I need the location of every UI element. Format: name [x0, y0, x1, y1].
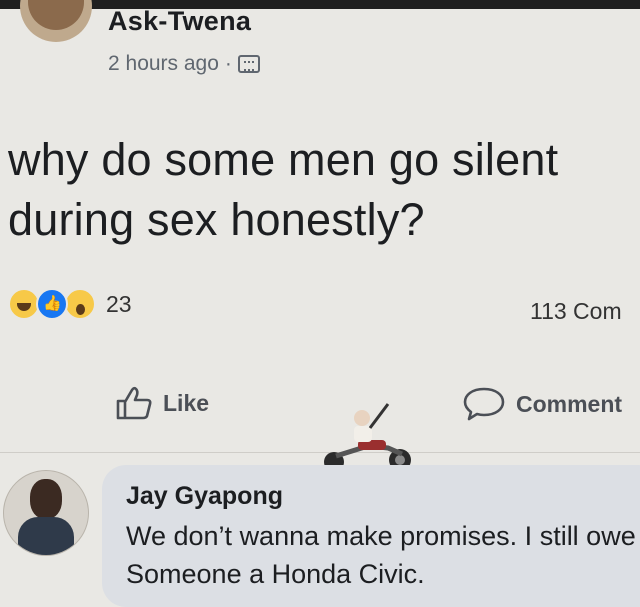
comment-text: We don’t wanna make promises. I still ow… — [126, 521, 636, 589]
like-button[interactable]: Like — [115, 386, 209, 420]
top-bar — [0, 0, 640, 9]
post-text: why do some men go silent during sex hon… — [8, 134, 559, 245]
commenter-avatar[interactable] — [3, 470, 89, 556]
reactions-summary[interactable]: 23 — [8, 288, 132, 320]
comment-label: Comment — [516, 390, 623, 417]
commenter-name[interactable]: Jay Gyapong — [126, 482, 283, 511]
meta-separator: · — [224, 52, 232, 75]
post-timestamp[interactable]: 2 hours ago — [108, 52, 219, 76]
comments-count[interactable]: 113 Com — [530, 298, 622, 325]
comment-bubble-icon — [463, 387, 505, 421]
like-label: Like — [163, 389, 210, 416]
post-meta: 2 hours ago · — [108, 52, 260, 76]
comment-button[interactable]: Comment — [462, 386, 622, 422]
post-author-name[interactable]: Ask-Twena — [108, 6, 251, 37]
like-icon — [36, 288, 68, 320]
thumbs-up-icon — [116, 386, 152, 420]
globe-icon — [237, 55, 260, 73]
motorbike-sticker — [324, 403, 411, 472]
reaction-count: 23 — [106, 290, 132, 317]
post-author-avatar[interactable] — [20, 0, 92, 42]
wow-icon — [64, 288, 96, 320]
